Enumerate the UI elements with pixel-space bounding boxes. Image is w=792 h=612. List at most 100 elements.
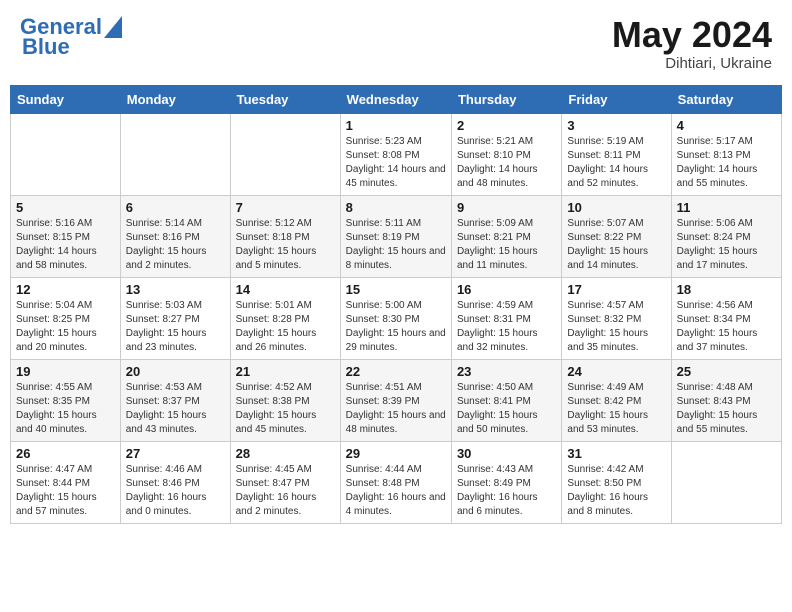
day-info: Sunrise: 5:06 AM Sunset: 8:24 PM Dayligh… — [677, 217, 776, 273]
day-info: Sunrise: 5:01 AM Sunset: 8:28 PM Dayligh… — [236, 299, 335, 355]
calendar-cell: 9 Sunrise: 5:09 AM Sunset: 8:21 PM Daylig… — [451, 195, 561, 277]
day-number: 28 — [236, 446, 335, 461]
calendar-cell: 8 Sunrise: 5:11 AM Sunset: 8:19 PM Daylig… — [340, 195, 451, 277]
day-info: Sunrise: 4:44 AM Sunset: 8:48 PM Dayligh… — [346, 463, 446, 519]
calendar-cell: 1Sunrise: 5:23 AM Sunset: 8:08 PM Daylig… — [340, 113, 451, 195]
day-info: Sunrise: 4:42 AM Sunset: 8:50 PM Dayligh… — [567, 463, 665, 519]
calendar-cell: 14Sunrise: 5:01 AM Sunset: 8:28 PM Dayli… — [230, 277, 340, 359]
calendar-cell: 5 Sunrise: 5:16 AM Sunset: 8:15 PM Daylig… — [11, 195, 121, 277]
calendar-cell: 3 Sunrise: 5:19 AM Sunset: 8:11 PM Daylig… — [562, 113, 671, 195]
calendar-cell: 16 Sunrise: 4:59 AM Sunset: 8:31 PM Dayli… — [451, 277, 561, 359]
day-number: 20 — [126, 364, 225, 379]
day-info: Sunrise: 4:59 AM Sunset: 8:31 PM Dayligh… — [457, 299, 556, 355]
col-header-sunday: Sunday — [11, 85, 121, 113]
calendar-cell: 27Sunrise: 4:46 AM Sunset: 8:46 PM Dayli… — [120, 441, 230, 523]
calendar-cell: 29 Sunrise: 4:44 AM Sunset: 8:48 PM Dayli… — [340, 441, 451, 523]
calendar-cell: 31 Sunrise: 4:42 AM Sunset: 8:50 PM Dayli… — [562, 441, 671, 523]
day-info: Sunrise: 5:00 AM Sunset: 8:30 PM Dayligh… — [346, 299, 446, 355]
week-row-2: 5 Sunrise: 5:16 AM Sunset: 8:15 PM Daylig… — [11, 195, 782, 277]
day-number: 31 — [567, 446, 665, 461]
calendar-cell: 6Sunrise: 5:14 AM Sunset: 8:16 PM Daylig… — [120, 195, 230, 277]
day-number: 23 — [457, 364, 556, 379]
calendar-cell: 10 Sunrise: 5:07 AM Sunset: 8:22 PM Dayli… — [562, 195, 671, 277]
day-info: Sunrise: 4:48 AM Sunset: 8:43 PM Dayligh… — [677, 381, 776, 437]
header-row: SundayMondayTuesdayWednesdayThursdayFrid… — [11, 85, 782, 113]
day-number: 5 — [16, 200, 115, 215]
day-number: 4 — [677, 118, 776, 133]
day-info: Sunrise: 4:50 AM Sunset: 8:41 PM Dayligh… — [457, 381, 556, 437]
day-number: 1 — [346, 118, 446, 133]
day-number: 30 — [457, 446, 556, 461]
day-number: 10 — [567, 200, 665, 215]
day-number: 8 — [346, 200, 446, 215]
day-number: 22 — [346, 364, 446, 379]
day-info: Sunrise: 5:19 AM Sunset: 8:11 PM Dayligh… — [567, 135, 665, 191]
day-info: Sunrise: 5:11 AM Sunset: 8:19 PM Dayligh… — [346, 217, 446, 273]
calendar-cell: 24Sunrise: 4:49 AM Sunset: 8:42 PM Dayli… — [562, 359, 671, 441]
day-number: 9 — [457, 200, 556, 215]
col-header-tuesday: Tuesday — [230, 85, 340, 113]
calendar-cell: 13Sunrise: 5:03 AM Sunset: 8:27 PM Dayli… — [120, 277, 230, 359]
day-info: Sunrise: 4:45 AM Sunset: 8:47 PM Dayligh… — [236, 463, 335, 519]
logo-triangle-icon — [104, 16, 122, 38]
calendar-cell: 2 Sunrise: 5:21 AM Sunset: 8:10 PM Daylig… — [451, 113, 561, 195]
day-number: 16 — [457, 282, 556, 297]
day-info: Sunrise: 5:09 AM Sunset: 8:21 PM Dayligh… — [457, 217, 556, 273]
logo-text-blue: Blue — [22, 35, 70, 59]
calendar-body: 1Sunrise: 5:23 AM Sunset: 8:08 PM Daylig… — [11, 113, 782, 523]
week-row-5: 26Sunrise: 4:47 AM Sunset: 8:44 PM Dayli… — [11, 441, 782, 523]
calendar-cell: 22Sunrise: 4:51 AM Sunset: 8:39 PM Dayli… — [340, 359, 451, 441]
calendar-table: SundayMondayTuesdayWednesdayThursdayFrid… — [10, 85, 782, 524]
calendar-cell — [11, 113, 121, 195]
day-number: 12 — [16, 282, 115, 297]
day-number: 3 — [567, 118, 665, 133]
day-info: Sunrise: 5:16 AM Sunset: 8:15 PM Dayligh… — [16, 217, 115, 273]
calendar-cell: 28 Sunrise: 4:45 AM Sunset: 8:47 PM Dayli… — [230, 441, 340, 523]
day-info: Sunrise: 5:17 AM Sunset: 8:13 PM Dayligh… — [677, 135, 776, 191]
day-info: Sunrise: 4:53 AM Sunset: 8:37 PM Dayligh… — [126, 381, 225, 437]
col-header-monday: Monday — [120, 85, 230, 113]
week-row-3: 12Sunrise: 5:04 AM Sunset: 8:25 PM Dayli… — [11, 277, 782, 359]
calendar-cell: 25 Sunrise: 4:48 AM Sunset: 8:43 PM Dayli… — [671, 359, 781, 441]
calendar-cell: 17Sunrise: 4:57 AM Sunset: 8:32 PM Dayli… — [562, 277, 671, 359]
calendar-cell: 23 Sunrise: 4:50 AM Sunset: 8:41 PM Dayli… — [451, 359, 561, 441]
calendar-cell — [230, 113, 340, 195]
calendar-cell: 12Sunrise: 5:04 AM Sunset: 8:25 PM Dayli… — [11, 277, 121, 359]
day-info: Sunrise: 5:21 AM Sunset: 8:10 PM Dayligh… — [457, 135, 556, 191]
day-number: 15 — [346, 282, 446, 297]
col-header-saturday: Saturday — [671, 85, 781, 113]
calendar-cell: 19 Sunrise: 4:55 AM Sunset: 8:35 PM Dayli… — [11, 359, 121, 441]
calendar-cell: 30Sunrise: 4:43 AM Sunset: 8:49 PM Dayli… — [451, 441, 561, 523]
col-header-thursday: Thursday — [451, 85, 561, 113]
day-info: Sunrise: 4:46 AM Sunset: 8:46 PM Dayligh… — [126, 463, 225, 519]
calendar-cell — [120, 113, 230, 195]
day-number: 6 — [126, 200, 225, 215]
calendar-cell: 15 Sunrise: 5:00 AM Sunset: 8:30 PM Dayli… — [340, 277, 451, 359]
calendar-cell: 18 Sunrise: 4:56 AM Sunset: 8:34 PM Dayli… — [671, 277, 781, 359]
calendar-cell: 26Sunrise: 4:47 AM Sunset: 8:44 PM Dayli… — [11, 441, 121, 523]
day-info: Sunrise: 4:47 AM Sunset: 8:44 PM Dayligh… — [16, 463, 115, 519]
day-number: 11 — [677, 200, 776, 215]
day-info: Sunrise: 5:03 AM Sunset: 8:27 PM Dayligh… — [126, 299, 225, 355]
week-row-4: 19 Sunrise: 4:55 AM Sunset: 8:35 PM Dayli… — [11, 359, 782, 441]
calendar-cell: 21Sunrise: 4:52 AM Sunset: 8:38 PM Dayli… — [230, 359, 340, 441]
day-number: 29 — [346, 446, 446, 461]
day-number: 21 — [236, 364, 335, 379]
calendar-cell — [671, 441, 781, 523]
calendar-header: SundayMondayTuesdayWednesdayThursdayFrid… — [11, 85, 782, 113]
day-number: 18 — [677, 282, 776, 297]
col-header-wednesday: Wednesday — [340, 85, 451, 113]
title-area: May 2024 Dihtiari, Ukraine — [612, 15, 772, 72]
location-subtitle: Dihtiari, Ukraine — [612, 55, 772, 72]
day-number: 19 — [16, 364, 115, 379]
day-info: Sunrise: 5:07 AM Sunset: 8:22 PM Dayligh… — [567, 217, 665, 273]
day-number: 17 — [567, 282, 665, 297]
day-number: 2 — [457, 118, 556, 133]
calendar-cell: 20 Sunrise: 4:53 AM Sunset: 8:37 PM Dayli… — [120, 359, 230, 441]
day-number: 25 — [677, 364, 776, 379]
calendar-cell: 11 Sunrise: 5:06 AM Sunset: 8:24 PM Dayli… — [671, 195, 781, 277]
day-info: Sunrise: 4:55 AM Sunset: 8:35 PM Dayligh… — [16, 381, 115, 437]
logo: General Blue — [20, 15, 122, 59]
day-info: Sunrise: 4:56 AM Sunset: 8:34 PM Dayligh… — [677, 299, 776, 355]
day-info: Sunrise: 5:12 AM Sunset: 8:18 PM Dayligh… — [236, 217, 335, 273]
